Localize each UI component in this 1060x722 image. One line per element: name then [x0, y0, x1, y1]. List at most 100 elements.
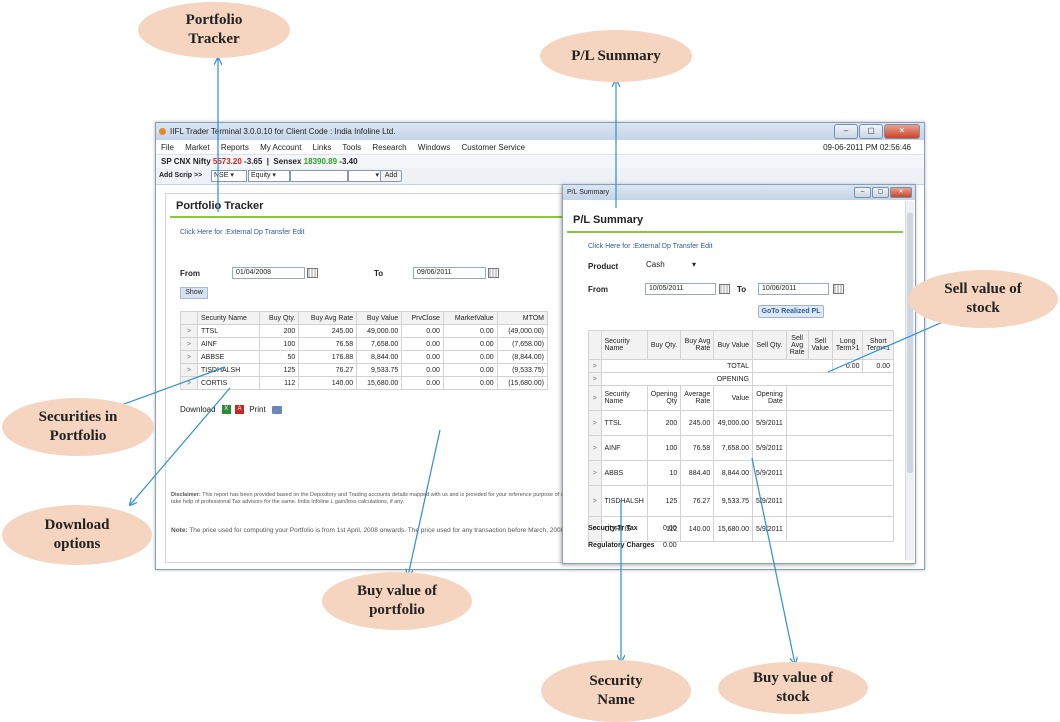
- to-label: To: [737, 285, 747, 294]
- security-name: ABBSE: [196, 350, 261, 364]
- row-expand-icon[interactable]: >: [588, 385, 602, 411]
- maximize-button[interactable]: ▢: [872, 187, 889, 198]
- table-row[interactable]: > TTSL 200 245.00 49,000.00 5/9/2011: [588, 410, 895, 436]
- arrow-header: [588, 330, 602, 360]
- mtom: (15,680.00): [496, 376, 549, 390]
- menu-file[interactable]: File: [161, 143, 174, 152]
- column-header[interactable]: Buy Value: [356, 311, 403, 325]
- row-expand-icon[interactable]: >: [180, 324, 198, 338]
- column-header[interactable]: Sell Value: [807, 330, 833, 360]
- column-header[interactable]: MarketValue: [442, 311, 498, 325]
- mtom: (7,658.00): [496, 337, 549, 351]
- column-header: Opening Date: [752, 385, 787, 411]
- opening-label: OPENING: [713, 372, 754, 386]
- opening-qty: 10: [646, 460, 682, 486]
- table-row[interactable]: > CORTIS 112 140.00 15,680.00 0.00 0.00 …: [180, 376, 549, 390]
- vertical-scrollbar[interactable]: [905, 201, 914, 560]
- menu-my-account[interactable]: My Account: [260, 143, 301, 152]
- print-label[interactable]: Print: [249, 405, 265, 414]
- opening-row[interactable]: > OPENING: [588, 372, 894, 386]
- callout-security-name: Security Name: [541, 660, 691, 722]
- menu-market[interactable]: Market: [185, 143, 209, 152]
- column-header[interactable]: Short Term<1: [862, 330, 894, 360]
- market-value: 0.00: [442, 376, 498, 390]
- column-header[interactable]: Sell Qty.: [752, 330, 787, 360]
- column-header[interactable]: Buy Qty.: [646, 330, 682, 360]
- pdf-icon[interactable]: A: [235, 405, 245, 415]
- column-header[interactable]: Security Name: [196, 311, 261, 325]
- index-value: 18390.89: [303, 157, 338, 166]
- maximize-button[interactable]: ▢: [859, 124, 883, 139]
- total-label: TOTAL: [713, 359, 754, 373]
- segment-select[interactable]: Equity ▾: [248, 170, 290, 182]
- column-header[interactable]: Buy Qty.: [259, 311, 300, 325]
- callout-text: P/L Summary: [571, 47, 661, 64]
- column-header[interactable]: Buy Avg Rate: [298, 311, 358, 325]
- calendar-icon[interactable]: [307, 268, 318, 278]
- symbol-input[interactable]: [290, 170, 348, 182]
- external-dp-link[interactable]: Click Here for :External Dp Transfer Edi…: [588, 243, 713, 250]
- segment-value: Equity: [251, 172, 271, 179]
- table-row[interactable]: > AINF 100 76.58 7,658.00 0.00 0.00 (7,6…: [180, 337, 549, 351]
- menu-windows[interactable]: Windows: [418, 143, 450, 152]
- total-row[interactable]: > TOTAL 0.00 0.00: [588, 359, 894, 373]
- menu-customer-service[interactable]: Customer Service: [462, 143, 526, 152]
- table-row[interactable]: > ABBSE 50 176.88 8,844.00 0.00 0.00 (8,…: [180, 350, 549, 364]
- from-date-input[interactable]: 01/04/2008: [232, 267, 305, 279]
- goto-realized-pl-button[interactable]: GoTo Realized PL: [758, 305, 824, 318]
- callout-securities: Securities in Portfolio: [2, 398, 154, 456]
- table-row[interactable]: > TTSL 200 245.00 49,000.00 0.00 0.00 (4…: [180, 324, 549, 338]
- row-expand-icon[interactable]: >: [588, 372, 602, 386]
- column-header[interactable]: Long Term>1: [831, 330, 864, 360]
- to-date-input[interactable]: 10/06/2011: [758, 283, 829, 295]
- to-date-input[interactable]: 09/06/2011: [413, 267, 486, 279]
- table-row[interactable]: > TISDHALSH 125 76.27 9,533.75 0.00 0.00…: [180, 363, 549, 377]
- excel-icon[interactable]: X: [221, 405, 231, 415]
- column-header[interactable]: MTOM: [496, 311, 549, 325]
- menu-links[interactable]: Links: [313, 143, 332, 152]
- from-date-input[interactable]: 10/05/2011: [645, 283, 716, 295]
- callout-text: Security Name: [589, 673, 643, 708]
- product-select[interactable]: Cash ▾: [646, 259, 696, 270]
- show-button[interactable]: Show: [180, 287, 208, 299]
- calendar-icon[interactable]: [833, 284, 844, 294]
- row-expand-icon[interactable]: >: [588, 485, 602, 517]
- table-row[interactable]: > AINF 100 76.58 7,658.00 5/9/2011: [588, 435, 895, 461]
- row-expand-icon[interactable]: >: [180, 350, 198, 364]
- row-expand-icon[interactable]: >: [180, 337, 198, 351]
- window-controls: – ▢ ✕: [834, 124, 920, 139]
- add-button[interactable]: Add: [380, 170, 402, 182]
- printer-icon[interactable]: [271, 405, 282, 414]
- row-expand-icon[interactable]: >: [588, 359, 602, 373]
- column-header[interactable]: PrvClose: [401, 311, 444, 325]
- column-header[interactable]: Buy Avg Rate: [680, 330, 715, 360]
- scroll-thumb[interactable]: [907, 213, 913, 473]
- row-expand-icon[interactable]: >: [180, 363, 198, 377]
- row-expand-icon[interactable]: >: [180, 376, 198, 390]
- column-header[interactable]: Sell Avg Rate: [785, 330, 809, 360]
- minimize-button[interactable]: –: [834, 124, 858, 139]
- minimize-button[interactable]: –: [854, 187, 871, 198]
- column-header[interactable]: Security Name: [600, 330, 648, 360]
- external-dp-link[interactable]: Click Here for :External Dp Transfer Edi…: [180, 229, 305, 236]
- callout-text: Buy value of stock: [752, 670, 833, 705]
- menu-tools[interactable]: Tools: [342, 143, 361, 152]
- exchange-select[interactable]: NSE ▾: [211, 170, 247, 182]
- close-button[interactable]: ✕: [890, 187, 912, 198]
- series-select[interactable]: ▾: [348, 170, 382, 182]
- column-header[interactable]: Buy Value: [713, 330, 754, 360]
- menu-research[interactable]: Research: [372, 143, 406, 152]
- table-row[interactable]: > TISDHALSH 125 76.27 9,533.75 5/9/2011: [588, 485, 895, 517]
- row-expand-icon[interactable]: >: [588, 435, 602, 461]
- callout-text: Portfolio Tracker: [185, 12, 243, 47]
- close-button[interactable]: ✕: [884, 124, 920, 139]
- calendar-icon[interactable]: [488, 268, 499, 278]
- menu-reports[interactable]: Reports: [221, 143, 249, 152]
- table-row[interactable]: > ABBS 10 884.40 8,844.00 5/9/2011: [588, 460, 895, 486]
- row-expand-icon[interactable]: >: [588, 410, 602, 436]
- total-long-term: 0.00: [831, 359, 864, 373]
- row-expand-icon[interactable]: >: [588, 460, 602, 486]
- calendar-icon[interactable]: [719, 284, 730, 294]
- empty-cell: [785, 460, 895, 486]
- index-name: SP CNX Nifty: [161, 157, 211, 166]
